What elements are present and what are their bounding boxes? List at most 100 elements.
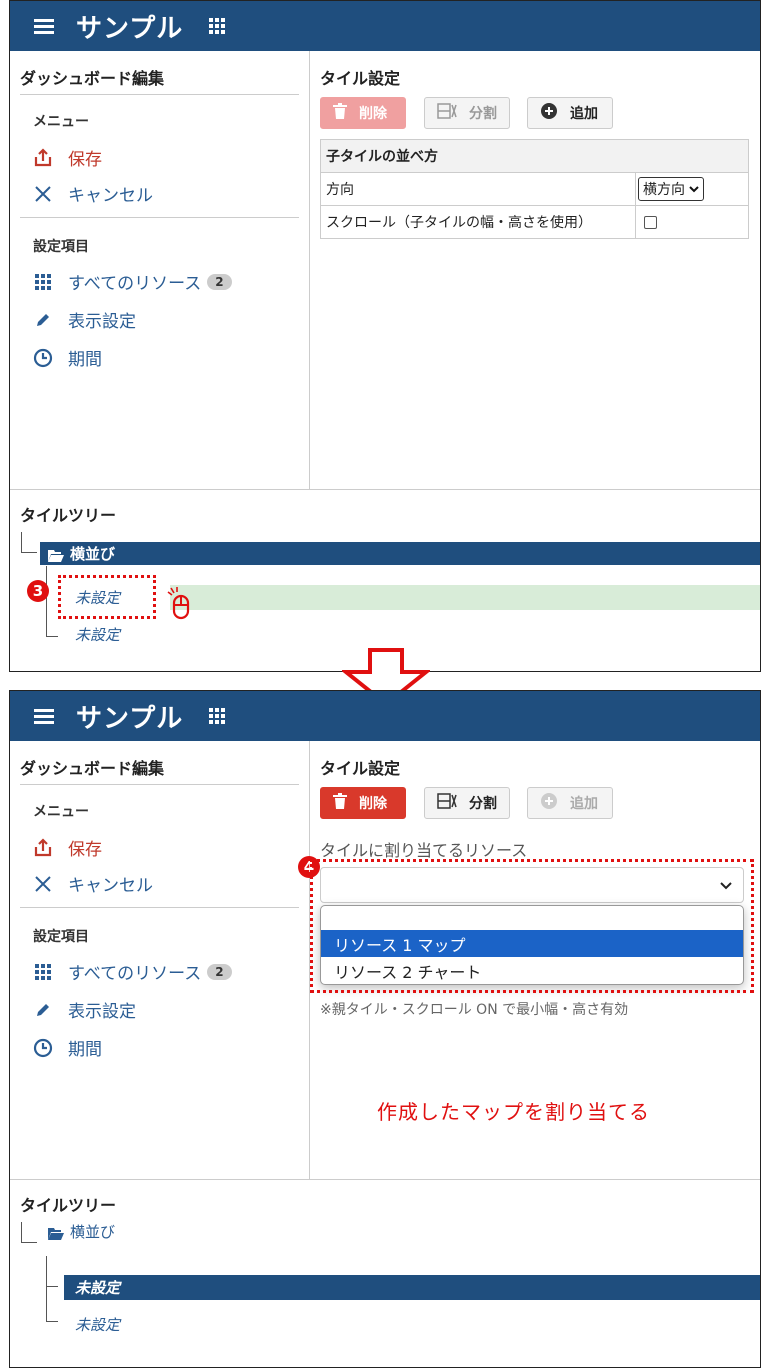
highlight-box-3 xyxy=(58,575,156,619)
divider xyxy=(20,217,299,218)
save-button[interactable]: 保存 xyxy=(33,145,102,170)
sidebar-item-all-resources[interactable]: すべてのリソース 2 xyxy=(33,269,232,294)
add-label: 追加 xyxy=(570,106,598,122)
app-title: サンプル xyxy=(76,703,184,734)
sidebar-title: ダッシュボード編集 xyxy=(20,759,165,778)
split-button[interactable]: 分割 xyxy=(424,97,510,129)
delete-button[interactable]: 削除 xyxy=(320,787,406,819)
period-label: 期間 xyxy=(68,1040,102,1060)
tree-connector xyxy=(46,1286,58,1287)
display-settings-label: 表示設定 xyxy=(68,312,136,332)
close-icon xyxy=(33,874,53,894)
chevron-down-icon xyxy=(689,181,699,197)
delete-button[interactable]: 削除 xyxy=(320,97,406,129)
save-label: 保存 xyxy=(68,150,102,170)
sidebar-item-display-settings[interactable]: 表示設定 xyxy=(33,997,136,1022)
sidebar-title: ダッシュボード編集 xyxy=(20,69,165,88)
cancel-button[interactable]: キャンセル xyxy=(33,871,153,896)
instruction-callout: 作成したマップを割り当てる xyxy=(377,1100,650,1124)
split-icon xyxy=(437,792,457,814)
sidebar-item-period[interactable]: 期間 xyxy=(33,1035,102,1060)
divider xyxy=(20,907,299,908)
table-row: 方向 横方向 xyxy=(320,172,749,206)
plus-circle-icon xyxy=(540,792,558,814)
tree-connector xyxy=(46,566,58,637)
sidebar-item-display-settings[interactable]: 表示設定 xyxy=(33,307,136,332)
hamburger-icon[interactable] xyxy=(34,18,54,34)
clock-icon xyxy=(33,1038,53,1058)
cancel-button[interactable]: キャンセル xyxy=(33,181,153,206)
tree-root-node[interactable]: 横並び xyxy=(40,1220,115,1243)
direction-label: 方向 xyxy=(320,172,636,206)
direction-select[interactable]: 横方向 xyxy=(638,177,704,201)
tile-tree-title: タイルツリー xyxy=(20,506,117,525)
min-size-note: ※親タイル・スクロール ON で最小幅・高さ有効 xyxy=(320,1002,629,1018)
edit-sidebar: ダッシュボード編集 メニュー 保存 キャンセル 設定項目 すべてのリソース 2 … xyxy=(10,741,310,1179)
tree-child-1[interactable]: 未設定 xyxy=(75,1277,120,1298)
menu-group-label: メニュー xyxy=(33,114,89,130)
screen-before: サンプル ダッシュボード編集 メニュー 保存 キャンセル 設定項目 すべてのリソ… xyxy=(9,0,761,672)
apps-grid-icon[interactable] xyxy=(209,18,226,34)
close-icon xyxy=(33,184,53,204)
table-header: 子タイルの並べ方 xyxy=(320,139,749,173)
sidebar-item-period[interactable]: 期間 xyxy=(33,345,102,370)
grid-icon xyxy=(33,962,53,982)
screen-after: サンプル ダッシュボード編集 メニュー 保存 キャンセル 設定項目 すべてのリソ… xyxy=(9,690,761,1368)
table-row: スクロール（子タイルの幅・高さを使用） xyxy=(320,205,749,239)
display-settings-label: 表示設定 xyxy=(68,1002,136,1022)
scroll-checkbox[interactable] xyxy=(644,215,657,229)
delete-label: 削除 xyxy=(359,106,387,122)
tree-root-node[interactable]: 横並び xyxy=(40,542,760,565)
tile-tree-title: タイルツリー xyxy=(20,1196,117,1215)
save-button[interactable]: 保存 xyxy=(33,835,102,860)
tree-child-2[interactable]: 未設定 xyxy=(75,1314,120,1335)
resource-count-badge: 2 xyxy=(207,273,232,290)
pencil-icon xyxy=(33,310,53,330)
split-label: 分割 xyxy=(469,106,497,122)
hamburger-icon[interactable] xyxy=(34,708,54,724)
tree-child-2[interactable]: 未設定 xyxy=(75,624,120,645)
tile-settings-title: タイル設定 xyxy=(320,69,401,88)
folder-open-icon xyxy=(48,548,64,562)
all-resources-label: すべてのリソース xyxy=(68,274,202,294)
split-label: 分割 xyxy=(469,796,497,812)
scroll-label: スクロール（子タイルの幅・高さを使用） xyxy=(320,205,636,239)
trash-icon xyxy=(333,793,347,813)
hover-highlight xyxy=(170,585,760,610)
cancel-label: キャンセル xyxy=(68,876,153,896)
app-header: サンプル xyxy=(10,1,760,51)
split-button[interactable]: 分割 xyxy=(424,787,510,819)
resource-field-label: タイルに割り当てるリソース xyxy=(320,841,528,860)
all-resources-label: すべてのリソース xyxy=(68,964,202,984)
tile-settings-panel: タイル設定 削除 分割 追加 子タイルの並べ方 方向 横方向 スクロール（子タイ… xyxy=(310,51,760,489)
sidebar-item-all-resources[interactable]: すべてのリソース 2 xyxy=(33,959,232,984)
delete-label: 削除 xyxy=(359,796,387,812)
add-button[interactable]: 追加 xyxy=(527,97,613,129)
tree-root-label: 横並び xyxy=(70,1223,116,1241)
split-icon xyxy=(437,102,457,124)
step-marker-3: 3 xyxy=(27,580,49,602)
tile-tree: タイルツリー 横並び 未設定 未設定 xyxy=(10,1179,760,1363)
settings-group-label: 設定項目 xyxy=(33,239,89,255)
divider xyxy=(20,94,299,95)
resource-count-badge: 2 xyxy=(207,963,232,980)
tree-connector xyxy=(46,1256,58,1322)
folder-open-icon xyxy=(48,1226,64,1240)
clock-icon xyxy=(33,348,53,368)
add-button[interactable]: 追加 xyxy=(527,787,613,819)
upload-icon xyxy=(33,147,53,168)
app-title: サンプル xyxy=(76,13,184,44)
edit-sidebar: ダッシュボード編集 メニュー 保存 キャンセル 設定項目 すべてのリソース 2 … xyxy=(10,51,310,489)
pencil-icon xyxy=(33,1000,53,1020)
selected-row-highlight xyxy=(64,1275,760,1300)
tile-settings-title: タイル設定 xyxy=(320,759,401,778)
settings-group-label: 設定項目 xyxy=(33,929,89,945)
mouse-click-icon xyxy=(165,586,195,626)
tile-settings-panel: タイル設定 削除 分割 追加 タイルに割り当てるリソース リソース 1 マップ … xyxy=(298,741,760,1179)
cancel-label: キャンセル xyxy=(68,186,153,206)
child-layout-table: 子タイルの並べ方 方向 横方向 スクロール（子タイルの幅・高さを使用） xyxy=(320,139,749,239)
apps-grid-icon[interactable] xyxy=(209,708,226,724)
tree-root-label: 横並び xyxy=(70,545,116,563)
plus-circle-icon xyxy=(540,102,558,124)
menu-group-label: メニュー xyxy=(33,804,89,820)
